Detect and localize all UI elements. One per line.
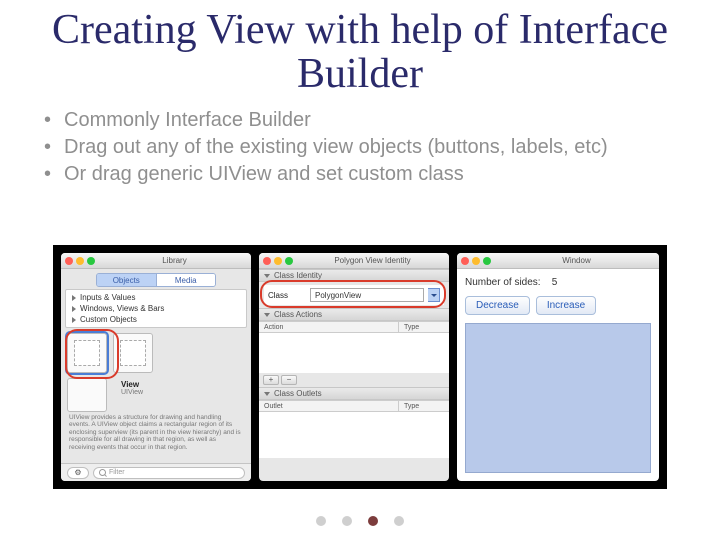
add-button[interactable]: +	[263, 375, 279, 385]
polygon-canvas	[465, 323, 651, 473]
zoom-icon[interactable]	[285, 257, 293, 265]
disclosure-icon	[72, 317, 76, 323]
close-icon[interactable]	[461, 257, 469, 265]
sides-readout: Number of sides: 5	[465, 277, 651, 288]
close-icon[interactable]	[65, 257, 73, 265]
library-panel: Library Objects Media Inputs & Values Wi…	[61, 253, 251, 481]
outlets-header: Outlet Type	[259, 400, 449, 412]
titlebar: Library	[61, 253, 251, 269]
titlebar: Window	[457, 253, 659, 269]
disclosure-icon	[72, 295, 76, 301]
disclosure-icon	[264, 274, 270, 278]
minimize-icon[interactable]	[76, 257, 84, 265]
outline-row[interactable]: Inputs & Values	[66, 292, 246, 303]
window-title: Window	[498, 256, 655, 265]
object-thumbnail[interactable]	[67, 333, 107, 373]
zoom-icon[interactable]	[483, 257, 491, 265]
remove-button[interactable]: −	[281, 375, 297, 385]
slide-pager	[0, 516, 720, 526]
bullet-item: Drag out any of the existing view object…	[40, 135, 680, 160]
identity-inspector: Polygon View Identity Class Identity Cla…	[259, 253, 449, 481]
seg-objects[interactable]: Objects	[97, 274, 156, 286]
outline-row[interactable]: Windows, Views & Bars	[66, 303, 246, 314]
col-type: Type	[399, 401, 449, 411]
minimize-icon[interactable]	[274, 257, 282, 265]
library-footer: ⚙ Filter	[61, 463, 251, 481]
pager-dot	[394, 516, 404, 526]
class-field[interactable]: PolygonView	[310, 288, 424, 302]
library-segmented-control[interactable]: Objects Media	[96, 273, 216, 287]
view-subtitle: UIView	[121, 389, 143, 396]
slide-title: Creating View with help of Interface Bui…	[0, 0, 720, 108]
view-description: UIView provides a structure for drawing …	[61, 412, 251, 453]
disclosure-icon	[72, 306, 76, 312]
library-outline[interactable]: Inputs & Values Windows, Views & Bars Cu…	[65, 289, 247, 328]
actions-add-remove: + −	[259, 373, 449, 387]
view-card-labels: View UIView	[113, 378, 151, 398]
button-row: Decrease Increase	[465, 296, 651, 315]
view-name: View	[121, 380, 143, 389]
filter-input[interactable]: Filter	[93, 467, 245, 479]
object-thumbnail[interactable]	[113, 333, 153, 373]
object-thumbnails	[61, 328, 251, 378]
window-title: Polygon View Identity	[300, 256, 445, 265]
pager-dot	[342, 516, 352, 526]
traffic-lights	[461, 257, 491, 265]
pager-dot-current	[368, 516, 378, 526]
screenshot-composite: Library Objects Media Inputs & Values Wi…	[53, 245, 667, 489]
pager-dot	[316, 516, 326, 526]
search-icon	[99, 469, 106, 476]
col-type: Type	[399, 322, 449, 332]
increase-button[interactable]: Increase	[536, 296, 596, 315]
col-outlet: Outlet	[259, 401, 399, 411]
window-title: Library	[102, 256, 247, 265]
bullet-item: Or drag generic UIView and set custom cl…	[40, 162, 680, 187]
class-label: Class	[268, 291, 306, 300]
filter-placeholder: Filter	[109, 469, 125, 476]
traffic-lights	[263, 257, 293, 265]
actions-body[interactable]	[259, 333, 449, 373]
disclosure-icon	[264, 313, 270, 317]
bullet-item: Commonly Interface Builder	[40, 108, 680, 133]
sides-value: 5	[552, 277, 558, 288]
section-class-actions[interactable]: Class Actions	[259, 308, 449, 321]
zoom-icon[interactable]	[87, 257, 95, 265]
actions-header: Action Type	[259, 321, 449, 333]
view-card[interactable]	[67, 378, 107, 412]
titlebar: Polygon View Identity	[259, 253, 449, 269]
traffic-lights	[65, 257, 95, 265]
class-row: Class PolygonView	[264, 285, 444, 305]
class-dropdown-button[interactable]	[428, 288, 440, 302]
close-icon[interactable]	[263, 257, 271, 265]
sides-label: Number of sides:	[465, 277, 541, 288]
seg-media[interactable]: Media	[156, 274, 216, 286]
section-class-identity[interactable]: Class Identity	[259, 269, 449, 282]
simulator-window: Window Number of sides: 5 Decrease Incre…	[457, 253, 659, 481]
disclosure-icon	[264, 392, 270, 396]
outline-row[interactable]: Custom Objects	[66, 314, 246, 325]
col-action: Action	[259, 322, 399, 332]
gear-menu-button[interactable]: ⚙	[67, 467, 89, 479]
gear-icon: ⚙	[74, 468, 81, 477]
outlets-body[interactable]	[259, 412, 449, 458]
decrease-button[interactable]: Decrease	[465, 296, 530, 315]
bullet-list: Commonly Interface Builder Drag out any …	[0, 108, 720, 195]
minimize-icon[interactable]	[472, 257, 480, 265]
section-class-outlets[interactable]: Class Outlets	[259, 387, 449, 400]
